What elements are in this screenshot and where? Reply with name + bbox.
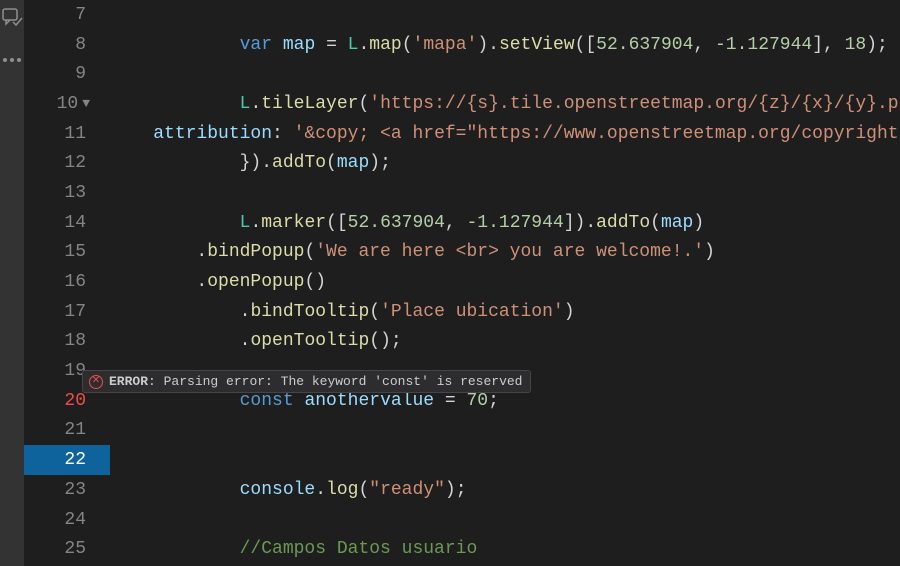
fold-icon[interactable]: ▼ [82, 96, 90, 111]
gutter-row: 18 [24, 327, 102, 357]
code-editor[interactable]: 78910▼111213141516171819202122232425 var… [24, 0, 900, 566]
line-number: 7 [75, 5, 86, 25]
more-icon[interactable] [0, 48, 24, 72]
gutter-row: 10▼ [24, 89, 102, 119]
comment-check-icon[interactable] [0, 6, 24, 30]
line-number: 24 [64, 510, 86, 530]
gutter-row: 8 [24, 30, 102, 60]
code-line[interactable]: var map = L.map('mapa').setView([52.6379… [102, 30, 900, 60]
code-line[interactable] [102, 445, 900, 475]
code-line[interactable]: console.log("ready"); [102, 475, 900, 505]
line-number: 9 [75, 64, 86, 84]
code-line[interactable] [102, 59, 900, 89]
gutter-row: 9 [24, 59, 102, 89]
line-number: 22 [64, 450, 86, 470]
code-line[interactable]: L.marker([52.637904, -1.127944]).addTo(m… [102, 208, 900, 238]
code-line[interactable] [102, 416, 900, 446]
gutter-row: 25 [24, 534, 102, 564]
line-number: 16 [64, 272, 86, 292]
line-number: 18 [64, 331, 86, 351]
line-number: 8 [75, 35, 86, 55]
line-number: 11 [64, 124, 86, 144]
code-line[interactable]: .openTooltip(); [102, 327, 900, 357]
code-line[interactable]: .bindTooltip('Place ubication') [102, 297, 900, 327]
line-number: 15 [64, 242, 86, 262]
line-number: 10 [57, 94, 79, 114]
line-number: 25 [64, 539, 86, 559]
line-number: 13 [64, 183, 86, 203]
line-number: 20 [64, 391, 86, 411]
code-line[interactable] [102, 505, 900, 535]
line-number: 17 [64, 302, 86, 322]
gutter-row: 7 [24, 0, 102, 30]
gutter-row: 21 [24, 416, 102, 446]
gutter-row: 23 [24, 475, 102, 505]
gutter-row: 17 [24, 297, 102, 327]
gutter-row: 24 [24, 505, 102, 535]
line-number: 23 [64, 480, 86, 500]
code-line[interactable] [102, 178, 900, 208]
gutter-row: 11 [24, 119, 102, 149]
code-area[interactable]: var map = L.map('mapa').setView([52.6379… [102, 0, 900, 566]
code-line[interactable]: }).addTo(map); [102, 148, 900, 178]
error-text: ERROR: Parsing error: The keyword 'const… [109, 374, 522, 389]
gutter-row: 14 [24, 208, 102, 238]
line-number: 14 [64, 213, 86, 233]
error-icon: ✕ [89, 375, 103, 389]
line-number-gutter: 78910▼111213141516171819202122232425 [24, 0, 102, 566]
gutter-row: 15 [24, 238, 102, 268]
code-line[interactable]: .bindPopup('We are here <br> you are wel… [102, 238, 900, 268]
code-line[interactable]: //Campos Datos usuario [102, 534, 900, 564]
error-tooltip: ✕ ERROR: Parsing error: The keyword 'con… [82, 370, 531, 393]
code-line[interactable]: attribution: '&copy; <a href="https://ww… [102, 119, 900, 149]
line-number: 21 [64, 420, 86, 440]
gutter-row: 22 [24, 445, 102, 475]
activity-bar [0, 0, 24, 566]
code-line[interactable] [102, 0, 900, 30]
code-line[interactable]: L.tileLayer('https://{s}.tile.openstreet… [102, 89, 900, 119]
line-number: 12 [64, 153, 86, 173]
gutter-row: 13 [24, 178, 102, 208]
gutter-row: 16 [24, 267, 102, 297]
gutter-row: 12 [24, 148, 102, 178]
code-line[interactable]: .openPopup() [102, 267, 900, 297]
